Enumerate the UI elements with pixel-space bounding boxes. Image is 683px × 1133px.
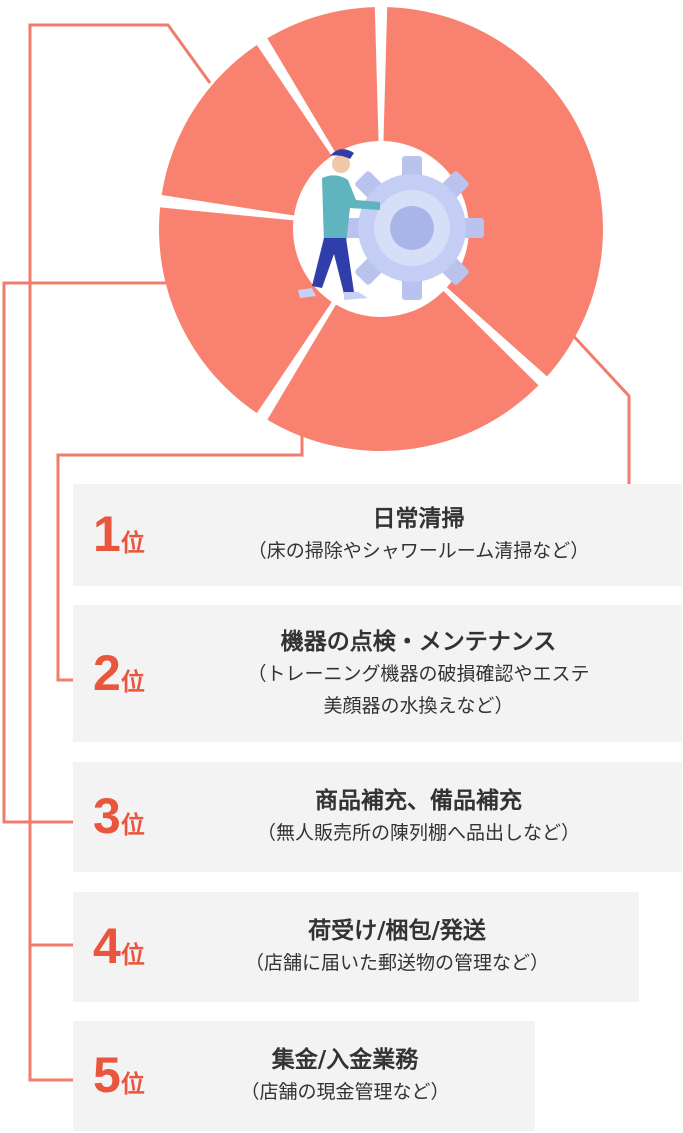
rank-unit: 位 xyxy=(120,530,145,557)
rank-digit: 2 xyxy=(93,644,121,701)
rank-unit: 位 xyxy=(120,668,145,696)
rank-box-2: 2位 機器の点検・メンテナンス （トレーニング機器の破損確認やエステ 美顔器の水換えな… xyxy=(73,605,682,742)
rank-title: 商品補充、備品補充 xyxy=(315,788,522,814)
rank-description: 美顔器の水換えなど） xyxy=(323,694,514,717)
rank-description: （トレーニング機器の破損確認やエステ xyxy=(247,662,590,685)
connector-line-1 xyxy=(566,328,631,503)
rank-title: 日常清掃 xyxy=(372,506,465,532)
rank-digit: 4 xyxy=(93,918,121,974)
rank-number: 4位 xyxy=(93,921,145,971)
rank-box-5: 5位 集金/入金業務 （店舗の現金管理など） xyxy=(73,1021,535,1131)
rank-description: （店舗の現金管理など） xyxy=(240,1081,450,1103)
rank-title: 荷受け/梱包/発送 xyxy=(308,918,486,944)
rank-digit: 5 xyxy=(93,1047,121,1103)
rank-box-1: 1位 日常清掃 （床の掃除やシャワールーム清掃など） xyxy=(73,484,682,586)
rank-text: 集金/入金業務 （店舗の現金管理など） xyxy=(163,1044,527,1108)
rank-title: 集金/入金業務 xyxy=(271,1047,419,1073)
rank-number: 5位 xyxy=(93,1050,145,1100)
rank-unit: 位 xyxy=(120,812,145,839)
rank-unit: 位 xyxy=(120,1071,145,1098)
rank-text: 荷受け/梱包/発送 （店舗に届いた郵送物の管理など） xyxy=(163,915,631,979)
rank-title: 機器の点検・メンテナンス xyxy=(280,628,557,655)
rank-number: 1位 xyxy=(93,509,145,559)
rank-number: 2位 xyxy=(93,648,145,698)
rank-text: 日常清掃 （床の掃除やシャワールーム清掃など） xyxy=(163,503,674,567)
rank-text: 商品補充、備品補充 （無人販売所の陳列棚へ品出しなど） xyxy=(163,785,674,849)
rank-description: （店舗に届いた郵送物の管理など） xyxy=(244,952,549,974)
rank-number: 3位 xyxy=(93,791,145,841)
rank-digit: 3 xyxy=(93,788,121,844)
rank-description: （無人販売所の陳列棚へ品出しなど） xyxy=(256,822,580,844)
rank-box-3: 3位 商品補充、備品補充 （無人販売所の陳列棚へ品出しなど） xyxy=(73,762,682,872)
rank-description: （床の掃除やシャワールーム清掃など） xyxy=(247,540,590,562)
rank-unit: 位 xyxy=(120,942,145,969)
rank-box-4: 4位 荷受け/梱包/発送 （店舗に届いた郵送物の管理など） xyxy=(73,892,639,1002)
rank-text: 機器の点検・メンテナンス （トレーニング機器の破損確認やエステ 美顔器の水換えなど） xyxy=(163,626,674,722)
rank-digit: 1 xyxy=(93,506,121,562)
